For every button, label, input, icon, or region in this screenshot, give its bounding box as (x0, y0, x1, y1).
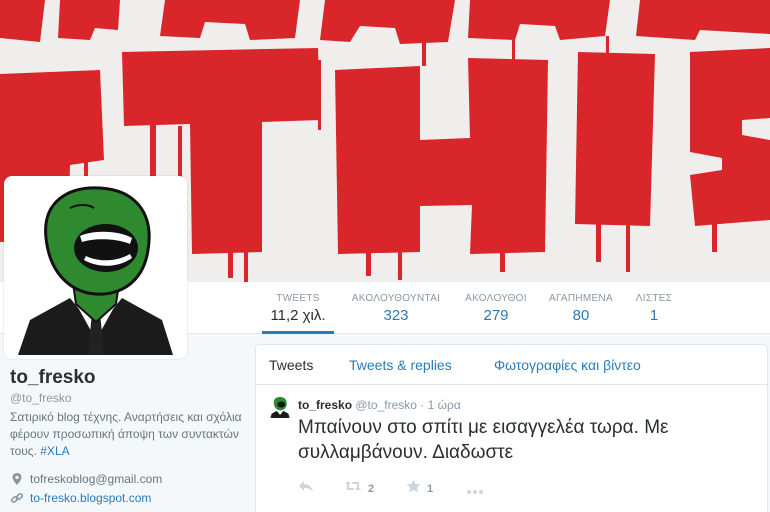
more-dots-icon (466, 482, 484, 500)
stat-favorites[interactable]: ΑΓΑΠΗΜΕΝΑ 80 (546, 282, 616, 334)
profile-bio-hashtag[interactable]: #XLA (40, 444, 69, 458)
retweet-button[interactable]: 2 (344, 479, 374, 498)
stat-following-label: ΑΚΟΛΟΥΘΟΥΝΤΑΙ (351, 293, 441, 304)
tweet-avatar[interactable] (269, 396, 291, 418)
profile-name[interactable]: to_fresko (10, 367, 96, 389)
stat-tweets-value: 11,2 χιλ. (270, 307, 326, 324)
retweet-icon (344, 479, 362, 498)
profile-bio: Σατιρικό blog τέχνης. Αναρτήσεις και σχό… (10, 409, 242, 460)
stat-following-value: 323 (383, 307, 409, 324)
profile-website-link[interactable]: to-fresko.blogspot.com (30, 491, 151, 505)
stat-lists[interactable]: ΛΙΣΤΕΣ 1 (630, 282, 678, 334)
tweet-header: to_fresko @to_fresko · 1 ώρα (298, 398, 461, 412)
tweet-fullname[interactable]: to_fresko (298, 398, 352, 412)
tweet-separator: · (420, 398, 425, 412)
tweet-actions: 2 1 (298, 479, 598, 497)
star-icon (406, 479, 421, 498)
favorite-count: 1 (427, 482, 434, 495)
timeline-tabs: Tweets Tweets & replies Φωτογραφίες και … (256, 345, 767, 385)
more-button[interactable] (466, 482, 484, 500)
stat-followers-label: ΑΚΟΛΟΥΘΟΙ (465, 293, 527, 304)
tweet-text: Μπαίνουν στο σπίτι με εισαγγελέα τωρα. Μ… (298, 417, 669, 463)
profile-email: tofreskoblog@gmail.com (30, 472, 163, 486)
profile-handle[interactable]: @to_fresko (10, 391, 72, 405)
link-icon (10, 491, 24, 505)
profile-location-row: tofreskoblog@gmail.com (10, 472, 162, 486)
profile-website-row: to-fresko.blogspot.com (10, 491, 151, 505)
stat-favorites-label: ΑΓΑΠΗΜΕΝΑ (549, 293, 613, 304)
tweet-username[interactable]: @to_fresko (355, 398, 417, 412)
reply-button[interactable] (298, 479, 314, 498)
favorite-button[interactable]: 1 (406, 479, 433, 498)
stat-following[interactable]: ΑΚΟΛΟΥΘΟΥΝΤΑΙ 323 (348, 282, 444, 334)
tab-tweets[interactable]: Tweets (269, 357, 313, 373)
tweet-timestamp[interactable]: 1 ώρα (428, 398, 461, 412)
stat-tweets-label: TWEETS (276, 293, 320, 304)
tab-photos-videos[interactable]: Φωτογραφίες και βίντεο (494, 357, 641, 373)
stat-tweets[interactable]: TWEETS 11,2 χιλ. (262, 282, 334, 334)
stat-lists-value: 1 (649, 307, 659, 324)
stat-lists-label: ΛΙΣΤΕΣ (635, 293, 673, 304)
reply-icon (298, 479, 314, 498)
retweet-count: 2 (368, 482, 375, 495)
stat-favorites-value: 80 (572, 307, 590, 324)
profile-avatar[interactable] (4, 176, 187, 359)
timeline: Tweets Tweets & replies Φωτογραφίες και … (255, 344, 768, 512)
tweet-item[interactable]: to_fresko @to_fresko · 1 ώρα Μπαίνουν στ… (256, 386, 767, 512)
location-pin-icon (10, 472, 24, 486)
tab-tweets-replies[interactable]: Tweets & replies (349, 357, 452, 373)
stat-followers[interactable]: ΑΚΟΛΟΥΘΟΙ 279 (460, 282, 532, 334)
stat-followers-value: 279 (483, 307, 509, 324)
avatar-image (8, 180, 183, 355)
